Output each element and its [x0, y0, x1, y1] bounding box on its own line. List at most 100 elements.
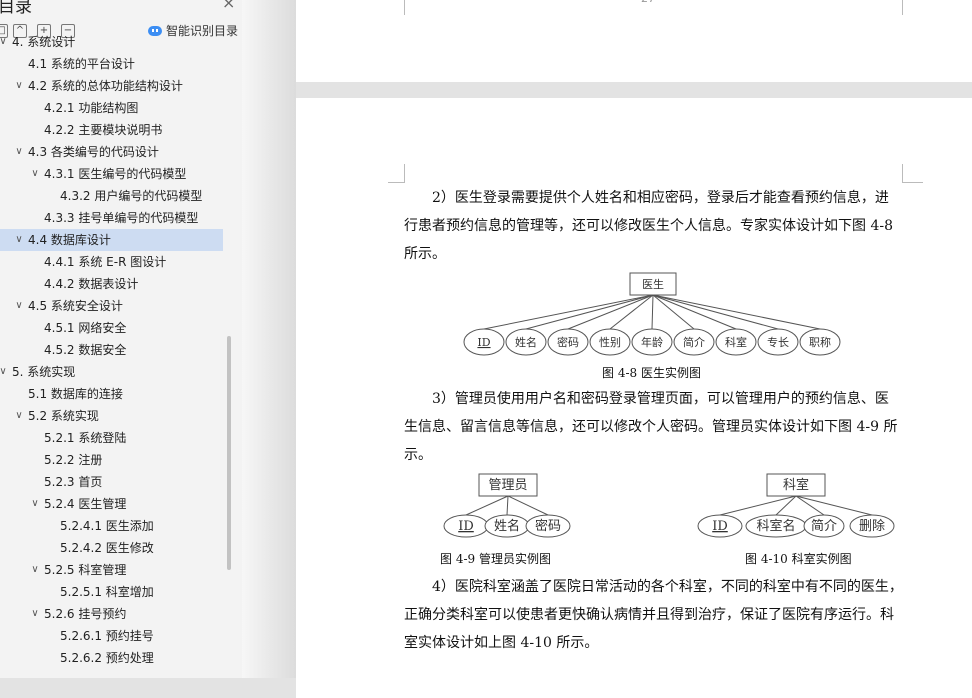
chevron-down-icon[interactable]: ∨ — [14, 295, 24, 317]
toc-item-label: 5.2.4.1 医生添加 — [60, 519, 154, 533]
chevron-down-icon[interactable]: ∨ — [0, 31, 8, 53]
toc-item-label: 5.2.5.1 科室增加 — [60, 585, 154, 599]
chevron-down-icon[interactable]: ∨ — [14, 229, 24, 251]
er-diagram-doctor: 医生 ID 姓名 密码 性别 年龄 简介 科室 专长 职称 — [463, 272, 841, 356]
er-diagram-department: 科室 ID 科室名 简介 删除 — [697, 473, 895, 538]
chevron-down-icon[interactable]: ∨ — [30, 493, 40, 515]
toc-item-label: 5.1 数据库的连接 — [28, 387, 123, 401]
toc-item-label: 4.4.1 系统 E-R 图设计 — [44, 255, 167, 269]
toc-item-label: 4.5.1 网络安全 — [44, 321, 127, 335]
sidebar-title: 目录 — [0, 0, 32, 17]
relation-line — [719, 495, 797, 516]
toc-item-label: 5.2.3 首页 — [44, 475, 103, 489]
text-line: 室实体设计如上图 4-10 所示。 — [404, 635, 599, 651]
toc-item-label: 4.2 系统的总体功能结构设计 — [28, 79, 183, 93]
toc-item-label: 5.2.6.2 预约处理 — [60, 651, 154, 665]
previous-page: 27 — [296, 0, 972, 82]
relation-line — [465, 495, 509, 516]
toc-item-label: 5.2.4.2 医生修改 — [60, 541, 154, 555]
toc-item-label: 5.2.5 科室管理 — [44, 563, 127, 577]
attribute-label: 删除 — [859, 519, 885, 534]
toc-item-label: 4.4.2 数据表设计 — [44, 277, 139, 291]
toc-item-label: 4.3.1 医生编号的代码模型 — [44, 167, 187, 181]
toc-item-label: 4.2.1 功能结构图 — [44, 101, 139, 115]
toc-item-label: 5.2.6 挂号预约 — [44, 607, 127, 621]
text-line: 行患者预约信息的管理等，还可以修改医生个人信息。专家实体设计如下图 4-8 — [404, 218, 893, 234]
relation-line — [795, 495, 825, 516]
relation-line — [507, 495, 549, 516]
toc-item-label: 4.3 各类编号的代码设计 — [28, 145, 159, 159]
toc-item-label: 5.2 系统实现 — [28, 409, 99, 423]
toc-item-label: 5.2.1 系统登陆 — [44, 431, 127, 445]
text-line: 4）医院科室涵盖了医院日常活动的各个科室，不同的科室中有不同的医生， — [432, 579, 903, 595]
ai-robot-icon — [148, 26, 162, 36]
relation-line — [525, 294, 654, 330]
toc-item-label: 4.1 系统的平台设计 — [28, 57, 135, 71]
text-line: 所示。 — [404, 246, 446, 262]
attribute-label: ID — [477, 336, 490, 349]
attribute-label: 职称 — [809, 335, 831, 349]
current-page: 2）医生登录需要提供个人姓名和相应密码，登录后才能查看预约信息，进 行患者预约信… — [296, 98, 972, 698]
paragraph-2: 2）医生登录需要提供个人姓名和相应密码，登录后才能查看预约信息，进 行患者预约信… — [404, 184, 893, 268]
relation-line — [795, 495, 873, 516]
attribute-label: 姓名 — [515, 335, 537, 349]
text-line: 示。 — [404, 447, 432, 463]
chevron-down-icon[interactable]: ∨ — [0, 361, 8, 383]
attribute-label: 简介 — [811, 518, 837, 534]
toc-item-label: 5.2.4 医生管理 — [44, 497, 127, 511]
toc-item-label: 4.4 数据库设计 — [28, 233, 111, 247]
attribute-label: 密码 — [557, 335, 579, 349]
toc-item-label: 4.3.2 用户编号的代码模型 — [60, 189, 203, 203]
toc-item-label: 4.5 系统安全设计 — [28, 299, 123, 313]
relation-line — [652, 294, 737, 330]
smart-toc-button[interactable]: 智能识别目录 — [148, 22, 238, 39]
toc-item-label: 5.2.2 注册 — [44, 453, 103, 467]
toc-sidebar: 目录 × □ ^ + − 智能识别目录 ∨ 4. 系统设计 4.1 系统的平台设计 ∨… — [0, 0, 242, 678]
sidebar-scrollbar[interactable] — [227, 336, 231, 570]
relation-line — [567, 294, 654, 330]
relation-line — [506, 495, 509, 516]
attribute-label: 科室 — [725, 335, 747, 349]
chevron-down-icon[interactable]: ∨ — [30, 603, 40, 625]
attribute-label: ID — [458, 519, 474, 534]
relation-line — [652, 294, 779, 330]
paragraph-3: 3）管理员使用用户名和密码登录管理页面，可以管理用户的预约信息、医 生信息、留言… — [404, 385, 897, 469]
relation-line — [483, 294, 654, 330]
page-number: 27 — [641, 0, 655, 5]
relation-line — [652, 294, 821, 330]
chevron-down-icon[interactable]: ∨ — [14, 405, 24, 427]
toc-item-label: 4. 系统设计 — [12, 35, 76, 49]
text-line: 正确分类科室可以使患者更快确认病情并且得到治疗，保证了医院有序运行。科 — [404, 607, 894, 623]
figure-4-9-caption: 图 4-9 管理员实例图 — [440, 552, 551, 566]
chevron-down-icon[interactable]: ∨ — [30, 559, 40, 581]
entity-name: 医生 — [642, 277, 664, 291]
attribute-label: 性别 — [599, 335, 621, 349]
attribute-label: 简介 — [683, 335, 705, 349]
attribute-label: 年龄 — [641, 335, 663, 349]
toc-item-label: 4.3.3 挂号单编号的代码模型 — [44, 211, 199, 225]
er-diagram-admin: 管理员 ID 姓名 密码 — [443, 473, 571, 538]
attribute-label: 密码 — [535, 518, 561, 534]
chevron-down-icon[interactable]: ∨ — [30, 163, 40, 185]
chevron-down-icon[interactable]: ∨ — [14, 141, 24, 163]
paragraph-4: 4）医院科室涵盖了医院日常活动的各个科室，不同的科室中有不同的医生， 正确分类科… — [404, 573, 903, 657]
toc-item-label: 4.5.2 数据安全 — [44, 343, 127, 357]
pane-splitter[interactable] — [242, 0, 296, 678]
relation-line — [609, 294, 654, 330]
toc-item[interactable]: ∨ 4.4 数据库设计 — [0, 229, 223, 251]
entity-name: 科室 — [783, 477, 809, 493]
text-line: 生信息、留言信息等信息，还可以修改个人密码。管理员实体设计如下图 4-9 所 — [404, 419, 898, 435]
toc-item-label: 5.2.6.1 预约挂号 — [60, 629, 154, 643]
smart-toc-label: 智能识别目录 — [166, 24, 239, 38]
text-line: 3）管理员使用用户名和密码登录管理页面，可以管理用户的预约信息、医 — [432, 391, 889, 407]
close-icon[interactable]: × — [222, 0, 235, 12]
chevron-down-icon[interactable]: ∨ — [14, 75, 24, 97]
figure-4-10-caption: 图 4-10 科室实例图 — [745, 552, 852, 566]
figure-4-8-caption: 图 4-8 医生实例图 — [602, 366, 701, 380]
relation-line — [651, 294, 654, 330]
text-line: 2）医生登录需要提供个人姓名和相应密码，登录后才能查看预约信息，进 — [432, 190, 889, 206]
toc-item-label: 4.2.2 主要模块说明书 — [44, 123, 163, 137]
attribute-label: 专长 — [767, 335, 789, 349]
attribute-label: 科室名 — [756, 518, 795, 534]
attribute-label: ID — [712, 519, 728, 534]
